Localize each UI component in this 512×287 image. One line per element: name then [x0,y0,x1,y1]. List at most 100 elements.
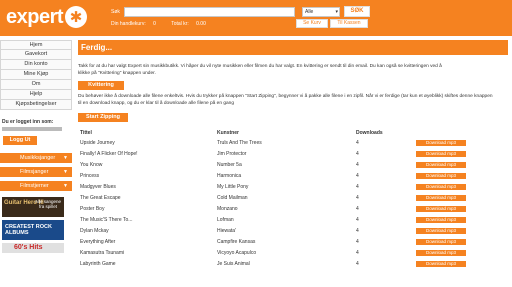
chevron-down-icon: ▼ [63,183,68,189]
track-downloads: 4 [356,161,359,168]
chevron-down-icon: ▼ [63,169,68,175]
download-mp3-button[interactable]: Download mp3 [416,139,466,146]
search-input[interactable] [124,7,295,17]
total-value: 0.00 [196,21,206,27]
login-status-label: Du er logget inn som: [2,119,54,125]
table-row: Upside Journey Truls And The Trees 4 Dow… [78,137,506,148]
promo-banner-rock-albums[interactable]: CREATEST ROCK ALBUMS [2,220,64,240]
promo-banner-60s-hits[interactable]: 60's Hits [2,243,64,253]
sidebar-item-om[interactable]: Om [0,80,72,90]
download-mp3-button[interactable]: Download mp3 [416,183,466,190]
download-mp3-button[interactable]: Download mp3 [416,260,466,267]
category-filmsjanger[interactable]: Filmsjanger ▼ [0,167,72,177]
table-header-row: Tittel Kunstner Downloads [78,128,506,137]
cart-count: 0 [153,21,156,27]
track-downloads: 4 [356,260,359,267]
sidebar-item-hjelp[interactable]: Hjelp [0,90,72,100]
track-downloads: 4 [356,205,359,212]
total-label: Total kr: [171,21,189,27]
sidebar-item-gavekort[interactable]: Gavekort [0,50,72,60]
download-mp3-button[interactable]: Download mp3 [416,227,466,234]
download-mp3-button[interactable]: Download mp3 [416,194,466,201]
track-title: Labyrinth Game [80,260,116,267]
category-label: Musikksjanger [20,155,56,161]
sidebar-item-mine-kjop[interactable]: Mine Kjøp [0,70,72,80]
promo-banner-guitar-hero[interactable]: Guitar Hero III Alle sangene fra spillet [2,197,64,217]
table-row: Everything After Campfire Kansas 4 Downl… [78,236,506,247]
zip-explanation-text: Du behøver ikke å downloade alle filene … [78,94,493,106]
download-mp3-button[interactable]: Download mp3 [416,249,466,256]
track-artist: Monzano [217,205,238,212]
cart-label: Din handlekurv: [111,21,146,27]
track-artist: Vicyoyo Acapulco [217,249,257,256]
table-row: Poster Boy Monzano 4 Download mp3 [78,203,506,214]
download-mp3-button[interactable]: Download mp3 [416,172,466,179]
top-header: expert ✱ Søk Alle ▾ SØK Din handlekurv: … [0,0,512,36]
promo-title: CREATEST ROCK ALBUMS [5,224,52,236]
track-title: Poster Boy [80,205,105,212]
promo-title: 60's Hits [14,244,43,251]
track-title: The Great Escape [80,194,121,201]
sidebar-item-kjopsbetingelser[interactable]: Kjøpsbetingelser [0,100,72,110]
track-title: Kamasutra Tsunami [80,249,125,256]
track-artist: Truls And The Trees [217,139,262,146]
column-header-action [416,128,506,137]
view-cart-button[interactable]: Se Kurv [296,19,328,28]
table-row: Finally! A Flicker Of Hope! Jim Protecto… [78,148,506,159]
search-button[interactable]: SØK [344,6,370,17]
checkout-button[interactable]: Til Kassen [330,19,368,28]
sidebar-item-din-konto[interactable]: Din konto [0,60,72,70]
track-downloads: 4 [356,249,359,256]
download-mp3-button[interactable]: Download mp3 [416,150,466,157]
expert-logo[interactable]: expert ✱ [6,5,88,29]
chevron-down-icon: ▼ [63,155,68,161]
search-scope-value: Alle [305,9,314,15]
main-content: Ferdig... Takk for at du har valgt Exper… [78,40,508,269]
category-filmstjerner[interactable]: Filmstjerner ▼ [0,181,72,191]
star-icon: ✱ [65,6,88,28]
receipt-button[interactable]: Kvittering [78,81,124,90]
logged-in-username [2,127,62,131]
track-title: Princess [80,172,100,179]
table-row: Kamasutra Tsunami Vicyoyo Acapulco 4 Dow… [78,247,506,258]
chevron-down-icon: ▾ [335,9,338,15]
table-row: Labyrinth Game Je Suis Animal 4 Download… [78,258,506,269]
track-title: Upside Journey [80,139,115,146]
category-musikksjanger[interactable]: Musikksjanger ▼ [0,153,72,163]
start-zipping-button[interactable]: Start Zipping [78,113,128,122]
category-label: Filmstjerner [20,183,49,189]
track-title: The Music'S There To... [80,216,133,223]
logo-text: expert [6,6,64,28]
track-artist: My Little Pony [217,183,249,190]
category-label: Filmsjanger [20,169,49,175]
track-title: Finally! A Flicker Of Hope! [80,150,138,157]
download-mp3-button[interactable]: Download mp3 [416,238,466,245]
sidebar-item-hjem[interactable]: Hjem [0,40,72,50]
page-title: Ferdig... [78,40,508,55]
table-row: Dylan Mckay Hiewata' 4 Download mp3 [78,225,506,236]
table-row: Madgyver Blues My Little Pony 4 Download… [78,181,506,192]
track-artist: Cold Mailman [217,194,248,201]
sidebar: Hjem Gavekort Din konto Mine Kjøp Om Hje… [0,40,72,253]
track-artist: Jim Protector [217,150,247,157]
download-mp3-button[interactable]: Download mp3 [416,205,466,212]
track-downloads: 4 [356,238,359,245]
track-title: Everything After [80,238,116,245]
logout-button[interactable]: Logg Ut [3,136,37,145]
column-header-title: Tittel [80,129,92,136]
track-downloads: 4 [356,139,359,146]
download-mp3-button[interactable]: Download mp3 [416,216,466,223]
download-mp3-button[interactable]: Download mp3 [416,161,466,168]
search-scope-select[interactable]: Alle ▾ [302,7,340,17]
track-title: Madgyver Blues [80,183,116,190]
intro-text: Takk for at du har valgt Expert sin musi… [78,64,442,76]
track-artist: Je Suis Animal [217,260,250,267]
table-row: Princess Harmonica 4 Download mp3 [78,170,506,181]
track-title: You Know [80,161,103,168]
track-artist: Number 5a [217,161,242,168]
column-header-downloads: Downloads [356,129,383,136]
track-artist: Harmonica [217,172,242,179]
promo-subtitle: Alle sangene fra spillet [34,199,62,209]
search-label: Søk [111,9,120,15]
track-downloads: 4 [356,216,359,223]
